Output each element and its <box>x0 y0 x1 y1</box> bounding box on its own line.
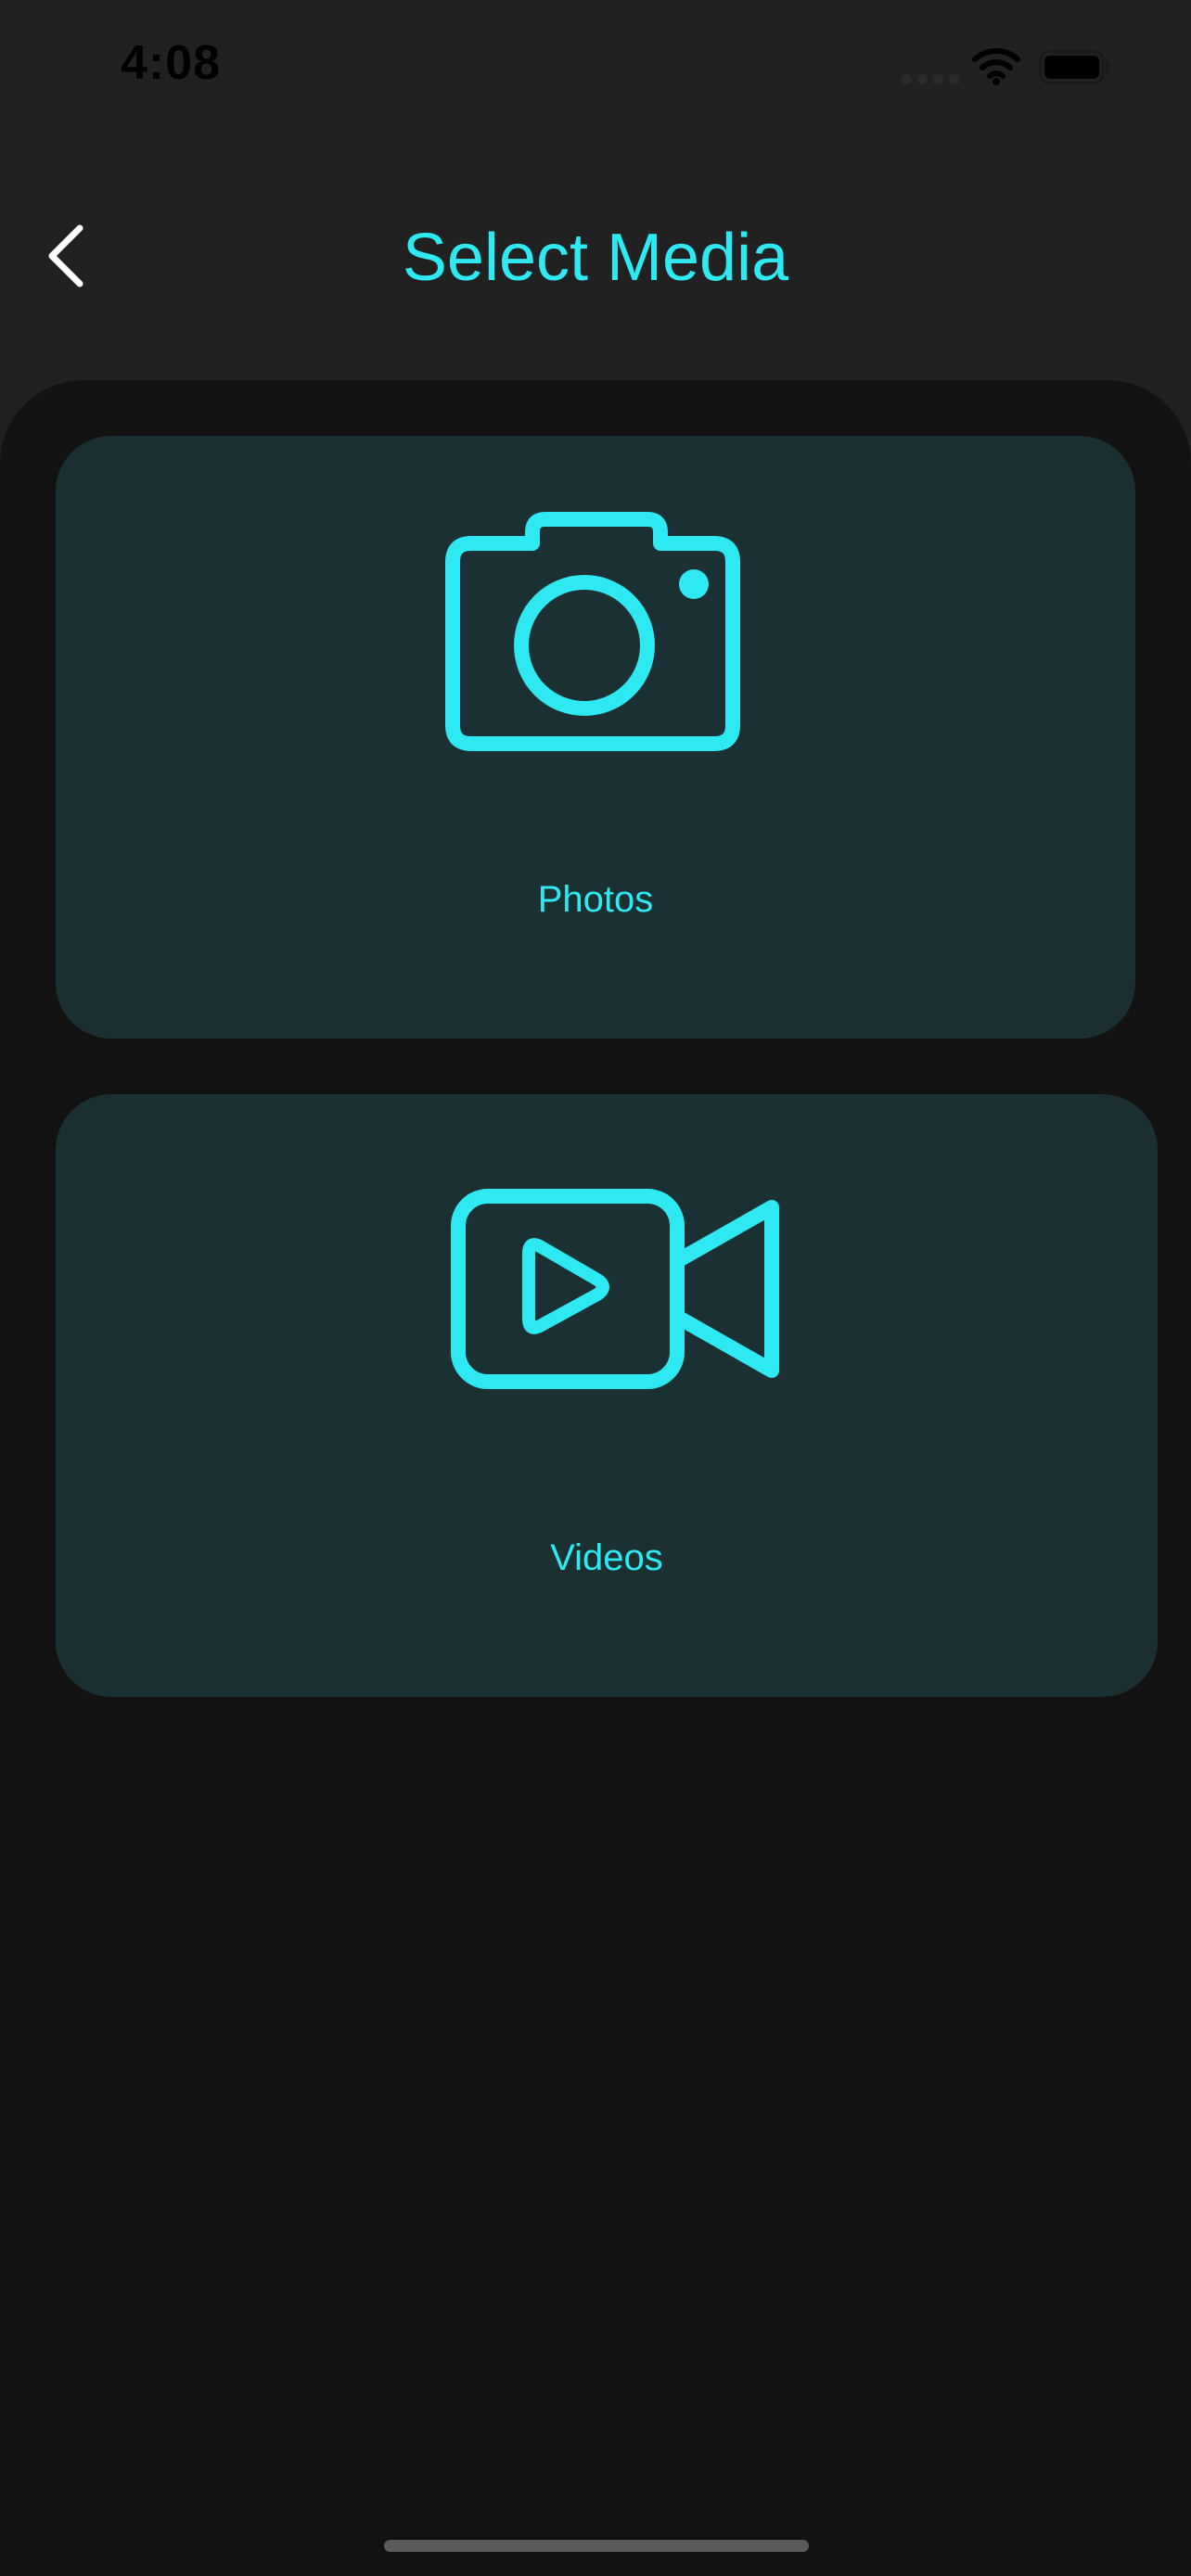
page-title: Select Media <box>402 221 789 295</box>
status-time: 4:08 <box>121 36 222 90</box>
camera-icon <box>445 512 740 751</box>
video-camera-icon <box>451 1189 779 1389</box>
videos-label: Videos <box>550 1537 663 1578</box>
media-options-panel: Photos Videos <box>0 380 1191 2576</box>
home-indicator[interactable] <box>384 2540 809 2552</box>
wifi-icon <box>972 48 1020 85</box>
status-bar: 4:08 <box>0 0 1191 139</box>
videos-card[interactable]: Videos <box>56 1094 1158 1697</box>
battery-icon <box>1039 50 1109 84</box>
photos-card[interactable]: Photos <box>56 436 1135 1039</box>
photos-label: Photos <box>537 879 654 920</box>
cellular-signal-icon <box>902 74 959 85</box>
header: Select Media <box>0 185 1191 334</box>
